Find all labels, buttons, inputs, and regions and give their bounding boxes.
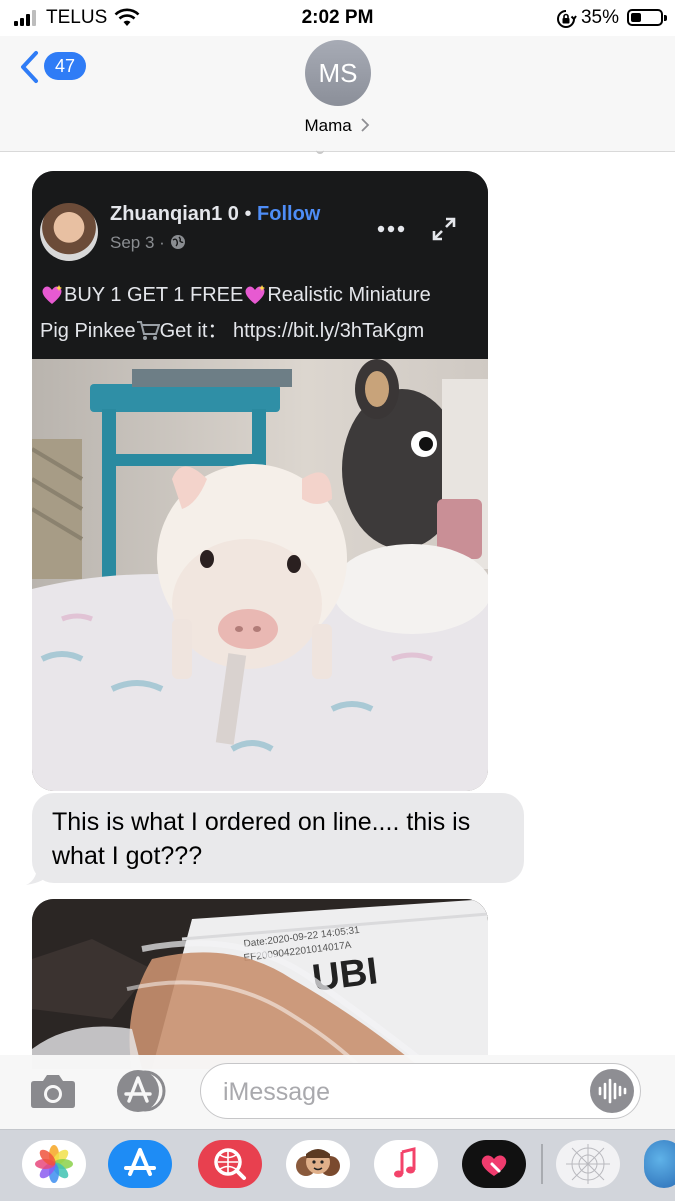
web-images-app-icon[interactable] <box>198 1140 262 1188</box>
expand-icon <box>432 217 456 241</box>
separator-dot: • <box>244 203 252 225</box>
post-author: Zhuanqian1 0 <box>110 203 239 225</box>
post-text-line1b: Realistic Miniature <box>267 284 431 306</box>
photos-app-icon[interactable] <box>22 1140 86 1188</box>
more-options-icon <box>377 213 405 239</box>
contact-name-button[interactable]: Mama <box>0 116 675 136</box>
contact-avatar[interactable]: MS <box>305 40 371 106</box>
digital-touch-app-icon[interactable] <box>462 1140 526 1188</box>
imessage-input[interactable]: iMessage <box>200 1063 641 1119</box>
received-message-bubble[interactable]: This is what I ordered on line.... this … <box>32 793 524 883</box>
post-header: Zhuanqian1 0 • Follow Sep 3 · BUY 1 GET … <box>32 171 488 359</box>
previous-message-remnant <box>316 146 324 154</box>
camera-icon[interactable] <box>30 1073 76 1109</box>
post-link: https://bit.ly/3hTaKgm <box>232 320 425 342</box>
drawer-divider <box>541 1144 543 1184</box>
message-text: This is what I ordered on line.... this … <box>52 808 471 870</box>
post-text-line2b: Get it： <box>159 320 228 342</box>
piglet-photo <box>32 359 488 791</box>
chevron-left-icon <box>21 51 38 83</box>
image-message-package[interactable]: Date:2020-09-22 14:05:31 EF2009042201014… <box>32 899 488 1069</box>
sparkling-heart-icon <box>245 285 266 304</box>
avatar <box>40 203 98 261</box>
audio-message-button[interactable] <box>590 1069 634 1113</box>
conversation-header: 47 MS Mama <box>0 36 675 152</box>
back-button[interactable]: 47 <box>18 50 88 86</box>
follow-link: Follow <box>257 203 321 225</box>
more-apps-icon[interactable] <box>556 1140 620 1188</box>
post-date: Sep 3 · <box>110 233 165 252</box>
battery-icon <box>627 9 667 26</box>
music-app-icon[interactable] <box>374 1140 438 1188</box>
waveform-icon <box>598 1078 627 1104</box>
image-message-facebook-post[interactable]: Zhuanqian1 0 • Follow Sep 3 · BUY 1 GET … <box>32 171 488 791</box>
contact-name: Mama <box>304 116 352 135</box>
memoji-app-icon[interactable] <box>286 1140 350 1188</box>
package-label-brand: UBI <box>310 950 380 1000</box>
imessage-app-drawer <box>0 1129 675 1201</box>
sparkling-heart-icon <box>42 285 62 304</box>
world-app-icon[interactable] <box>644 1140 675 1188</box>
rotation-lock-icon <box>557 10 577 28</box>
status-bar: TELUS 2:02 PM 35% <box>0 0 675 36</box>
app-store-button-icon[interactable] <box>112 1069 174 1113</box>
globe-icon <box>170 235 185 249</box>
chevron-right-icon <box>361 118 370 132</box>
input-placeholder: iMessage <box>223 1078 330 1106</box>
post-text-line2: Pig Pinkee <box>40 320 136 342</box>
compose-bar: iMessage <box>0 1055 675 1129</box>
battery-percent: 35% <box>580 7 619 28</box>
shopping-cart-icon <box>136 321 160 340</box>
app-store-app-icon[interactable] <box>108 1140 172 1188</box>
post-text-line1: BUY 1 GET 1 FREE <box>64 284 244 306</box>
post-text: BUY 1 GET 1 FREE Realistic Miniature Pig… <box>40 277 480 349</box>
unread-count-badge: 47 <box>44 52 86 80</box>
